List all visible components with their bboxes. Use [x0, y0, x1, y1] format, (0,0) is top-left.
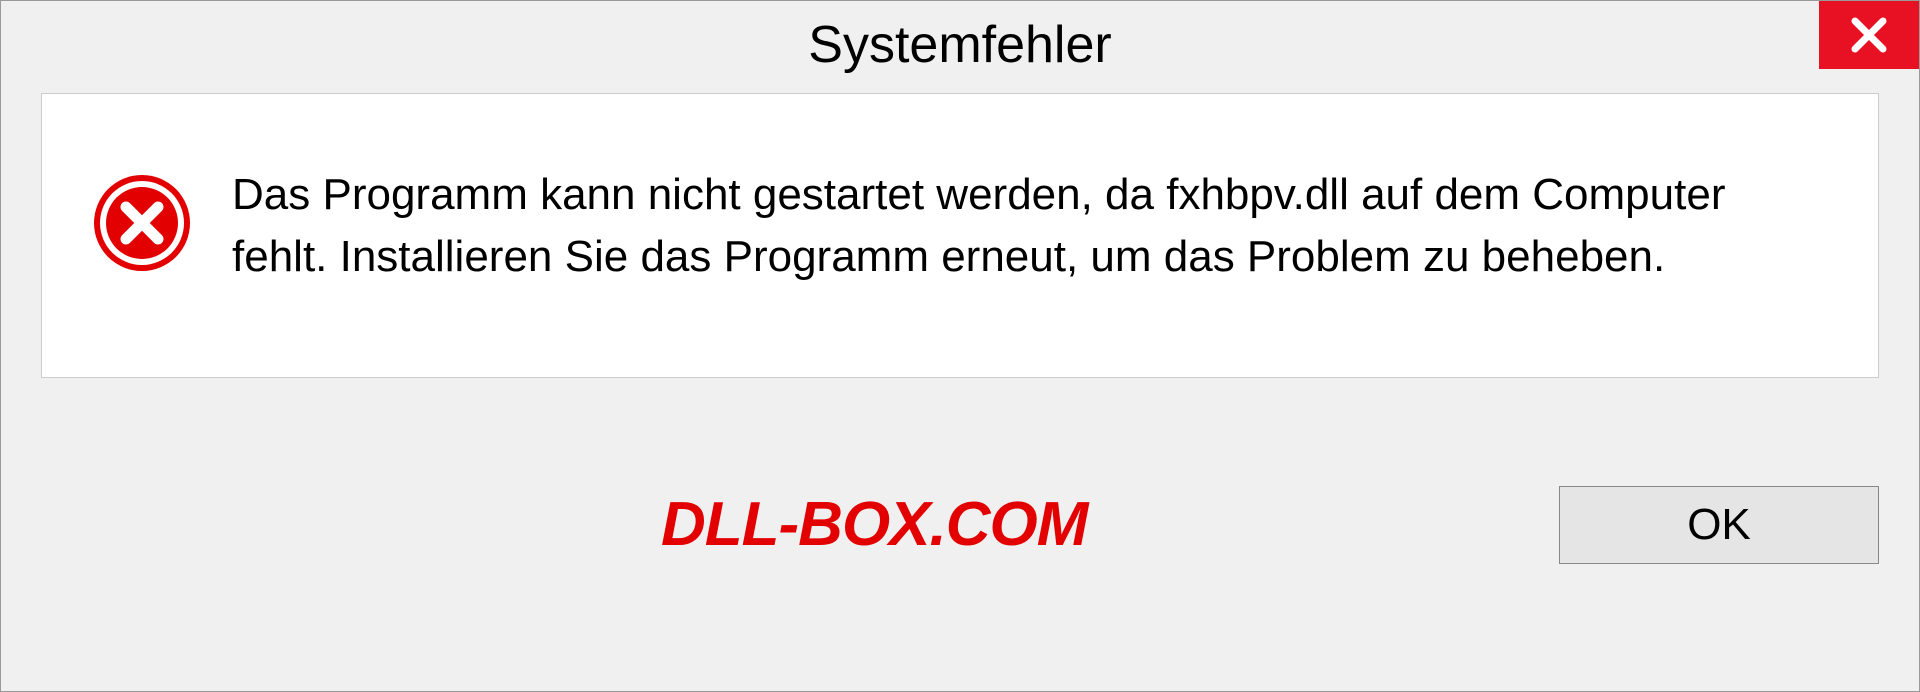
titlebar: Systemfehler — [1, 1, 1919, 93]
content-area: Das Programm kann nicht gestartet werden… — [41, 93, 1879, 378]
error-message: Das Programm kann nicht gestartet werden… — [232, 164, 1828, 287]
footer: DLL-BOX.COM OK — [1, 378, 1919, 691]
error-icon — [92, 173, 192, 278]
close-button[interactable] — [1819, 1, 1919, 69]
ok-button[interactable]: OK — [1559, 486, 1879, 564]
error-dialog: Systemfehler Das Programm kann nicht ges… — [0, 0, 1920, 692]
watermark-text: DLL-BOX.COM — [41, 489, 1087, 560]
close-icon — [1849, 15, 1889, 55]
dialog-title: Systemfehler — [808, 15, 1111, 75]
